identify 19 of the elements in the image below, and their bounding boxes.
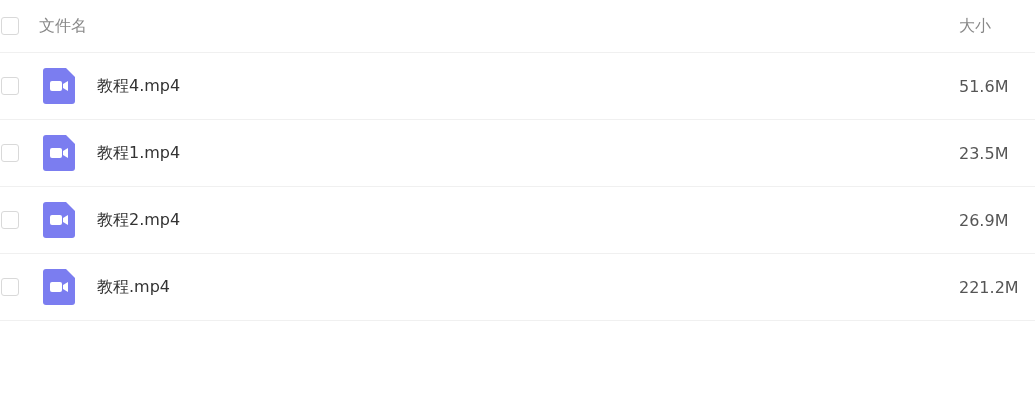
file-name[interactable]: 教程.mp4 <box>97 276 170 298</box>
row-checkbox[interactable] <box>1 278 19 296</box>
video-file-icon <box>43 269 75 305</box>
file-size: 51.6M <box>959 76 1010 96</box>
column-header: 大小 <box>959 15 992 37</box>
video-file-icon <box>43 68 75 104</box>
video-file-icon <box>43 135 75 171</box>
file-size: 221.2M <box>959 277 1020 297</box>
video-file-icon <box>43 202 75 238</box>
row-checkbox[interactable] <box>1 211 19 229</box>
file-size: 23.5M <box>959 143 1010 163</box>
select-all-checkbox[interactable] <box>1 17 19 35</box>
file-name[interactable]: 教程2.mp4 <box>97 209 181 231</box>
file-size: 26.9M <box>959 210 1010 230</box>
column-header: 文件名 <box>39 15 87 37</box>
row-checkbox[interactable] <box>1 77 19 95</box>
row-checkbox[interactable] <box>1 144 19 162</box>
file-name[interactable]: 教程1.mp4 <box>97 142 181 164</box>
file-name[interactable]: 教程4.mp4 <box>97 75 181 97</box>
